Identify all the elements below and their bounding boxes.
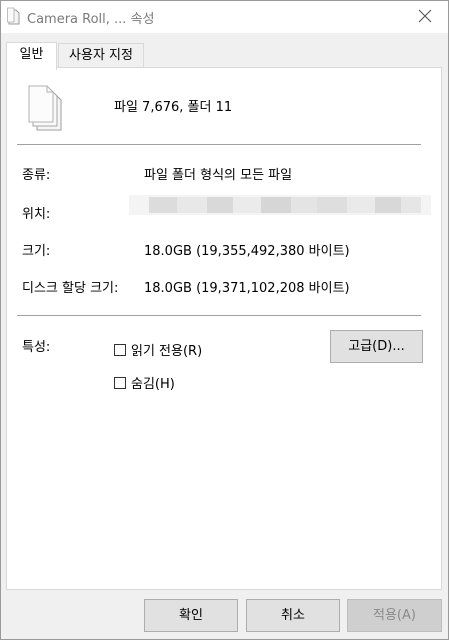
disk-size-value: 18.0GB (19,371,102,208 바이트): [144, 281, 350, 296]
hidden-checkbox-row[interactable]: 숨김(H): [114, 373, 175, 392]
general-tab-panel: 파일 7,676, 폴더 11 종류: 파일 폴더 형식의 모든 파일 위치: …: [6, 67, 442, 590]
apply-button[interactable]: 적용(A): [347, 599, 442, 632]
title-bar: Camera Roll, ... 속성: [1, 1, 448, 33]
properties-dialog: Camera Roll, ... 속성 일반 사용자 지정 파일 7,676, …: [0, 0, 449, 640]
document-icon: [7, 7, 20, 25]
close-icon: [418, 9, 432, 23]
size-label: 크기:: [22, 244, 51, 259]
readonly-checkbox[interactable]: [114, 343, 126, 356]
hidden-checkbox[interactable]: [114, 376, 126, 389]
advanced-button[interactable]: 고급(D)...: [330, 330, 423, 363]
type-label: 종류:: [22, 168, 51, 183]
tab-customize[interactable]: 사용자 지정: [58, 43, 144, 68]
window-title: Camera Roll, ... 속성: [27, 12, 155, 27]
multiple-files-icon: [28, 85, 62, 131]
size-value: 18.0GB (19,355,492,380 바이트): [144, 244, 350, 259]
readonly-checkbox-row[interactable]: 읽기 전용(R): [114, 340, 202, 359]
location-label: 위치:: [22, 207, 51, 222]
attributes-label: 특성:: [22, 340, 51, 355]
type-value: 파일 폴더 형식의 모든 파일: [144, 168, 293, 183]
separator: [17, 315, 421, 316]
location-value-redacted: [129, 195, 431, 215]
item-count-summary: 파일 7,676, 폴더 11: [114, 100, 233, 115]
readonly-label[interactable]: 읽기 전용(R): [131, 340, 202, 359]
cancel-button[interactable]: 취소: [246, 599, 340, 632]
close-button[interactable]: [402, 1, 448, 31]
hidden-label[interactable]: 숨김(H): [131, 373, 175, 392]
separator: [17, 144, 421, 145]
ok-button[interactable]: 확인: [144, 599, 238, 632]
tab-general[interactable]: 일반: [6, 42, 57, 70]
disk-size-label: 디스크 할당 크기:: [22, 281, 119, 296]
